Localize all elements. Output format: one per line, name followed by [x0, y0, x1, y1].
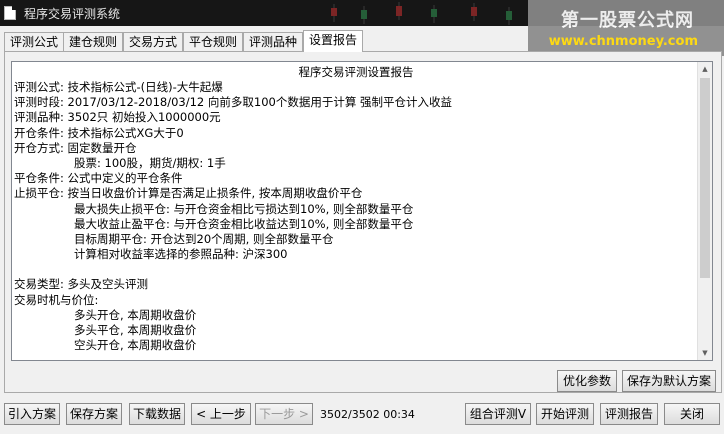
prev-step-button[interactable]: < 上一步 — [191, 403, 251, 425]
tab-formula[interactable]: 评测公式 — [4, 32, 65, 51]
tab-close-rules[interactable]: 平仓规则 — [183, 32, 244, 51]
app-icon — [4, 6, 16, 20]
download-data-button[interactable]: 下载数据 — [129, 403, 185, 425]
report-textbox[interactable]: 程序交易评测设置报告 评测公式: 技术指标公式-(日线)-大牛起爆 评测时段: … — [11, 61, 713, 361]
import-plan-button[interactable]: 引入方案 — [4, 403, 60, 425]
report-content: 程序交易评测设置报告 评测公式: 技术指标公式-(日线)-大牛起爆 评测时段: … — [14, 64, 698, 353]
report-line: 空头开仓, 本周期收盘价 — [74, 338, 197, 353]
window-title: 程序交易评测系统 — [24, 7, 121, 21]
tab-open-rules[interactable]: 建仓规则 — [63, 32, 124, 51]
report-line: 开仓方式: 固定数量开仓 — [14, 140, 137, 155]
test-report-button[interactable]: 评测报告 — [600, 403, 658, 425]
save-default-button[interactable]: 保存为默认方案 — [622, 370, 716, 392]
vertical-scrollbar[interactable]: ▲ ▼ — [697, 62, 712, 360]
scrollbar-thumb[interactable] — [700, 78, 710, 278]
save-plan-button[interactable]: 保存方案 — [66, 403, 122, 425]
watermark-url: www.chnmoney.com — [548, 34, 698, 49]
report-line: 多头开仓, 本周期收盘价 — [74, 307, 197, 322]
report-line: 评测时段: 2017/03/12-2018/03/12 向前多取100个数据用于… — [14, 95, 453, 110]
report-line: 计算相对收益率选择的参照品种: 沪深300 — [74, 247, 288, 262]
scroll-down-arrow-icon[interactable]: ▼ — [698, 346, 712, 360]
tab-instruments[interactable]: 评测品种 — [243, 32, 304, 51]
tab-panel: 程序交易评测设置报告 评测公式: 技术指标公式-(日线)-大牛起爆 评测时段: … — [4, 51, 722, 393]
report-line: 多头平仓, 本周期收盘价 — [74, 323, 197, 337]
report-line: 评测品种: 3502只 初始投入1000000元 — [14, 110, 221, 125]
report-line: 开仓条件: 技术指标公式XG大于0 — [14, 125, 184, 140]
report-line: 最大损失止损平仓: 与开仓资金相比亏损达到10%, 则全部数量平仓 — [74, 201, 414, 216]
report-line: 评测公式: 技术指标公式-(日线)-大牛起爆 — [14, 80, 223, 94]
watermark-banner: 第一股票公式网 www.chnmoney.com — [528, 0, 724, 56]
optimize-params-button[interactable]: 优化参数 — [557, 370, 617, 392]
report-line: 平仓条件: 公式中定义的平仓条件 — [14, 171, 183, 186]
scroll-up-arrow-icon[interactable]: ▲ — [698, 62, 712, 76]
report-line: 交易时机与价位: — [14, 292, 99, 307]
report-line: 止损平仓: 按当日收盘价计算是否满足止损条件, 按本周期收盘价平仓 — [14, 186, 363, 201]
watermark-brand: 第一股票公式网 — [561, 10, 694, 31]
report-line: 最大收益止盈平仓: 与开仓资金相比收益达到10%, 则全部数量平仓 — [74, 216, 414, 231]
next-step-button[interactable]: 下一步 > — [255, 403, 313, 425]
tab-settings-report[interactable]: 设置报告 — [303, 30, 364, 52]
combo-test-button[interactable]: 组合评测V — [465, 403, 531, 425]
progress-status: 3502/3502 00:34 — [320, 408, 415, 421]
report-line: 目标周期平仓: 开仓达到20个周期, 则全部数量平仓 — [74, 231, 334, 246]
report-line — [14, 262, 698, 277]
close-button[interactable]: 关闭 — [664, 403, 720, 425]
report-line: 股票: 100股，期货/期权: 1手 — [74, 155, 226, 170]
report-title: 程序交易评测设置报告 — [298, 65, 414, 79]
report-line: 交易类型: 多头及空头评测 — [14, 277, 149, 292]
start-test-button[interactable]: 开始评测 — [536, 403, 594, 425]
tab-trade-mode[interactable]: 交易方式 — [123, 32, 184, 51]
